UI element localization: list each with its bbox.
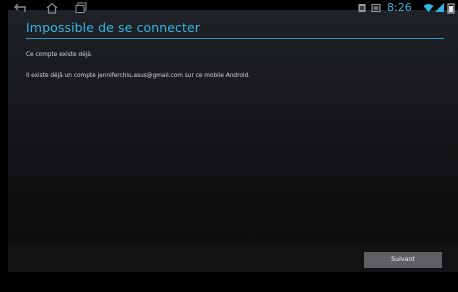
recent-apps-icon[interactable] — [74, 2, 88, 14]
wifi-icon — [423, 4, 434, 12]
home-icon[interactable] — [45, 2, 59, 14]
account-exists-message: Ce compte existe déjà. — [26, 52, 93, 58]
battery-icon — [447, 3, 455, 14]
setup-screen — [8, 10, 458, 272]
title-divider — [26, 38, 444, 39]
back-icon[interactable] — [12, 2, 28, 14]
next-button[interactable]: Suivant — [364, 252, 442, 268]
page-title: Impossible de se connecter — [26, 20, 201, 35]
notification-icon[interactable] — [357, 2, 367, 14]
screenshot-icon[interactable] — [371, 2, 381, 14]
device-frame: Impossible de se connecter Ce compte exi… — [0, 0, 458, 292]
status-clock[interactable]: 8:26 — [387, 0, 412, 16]
system-navigation-bar — [0, 276, 458, 292]
signal-icon — [435, 3, 444, 12]
account-detail-message: Il existe déjà un compte jenniferchiu.as… — [26, 73, 251, 79]
